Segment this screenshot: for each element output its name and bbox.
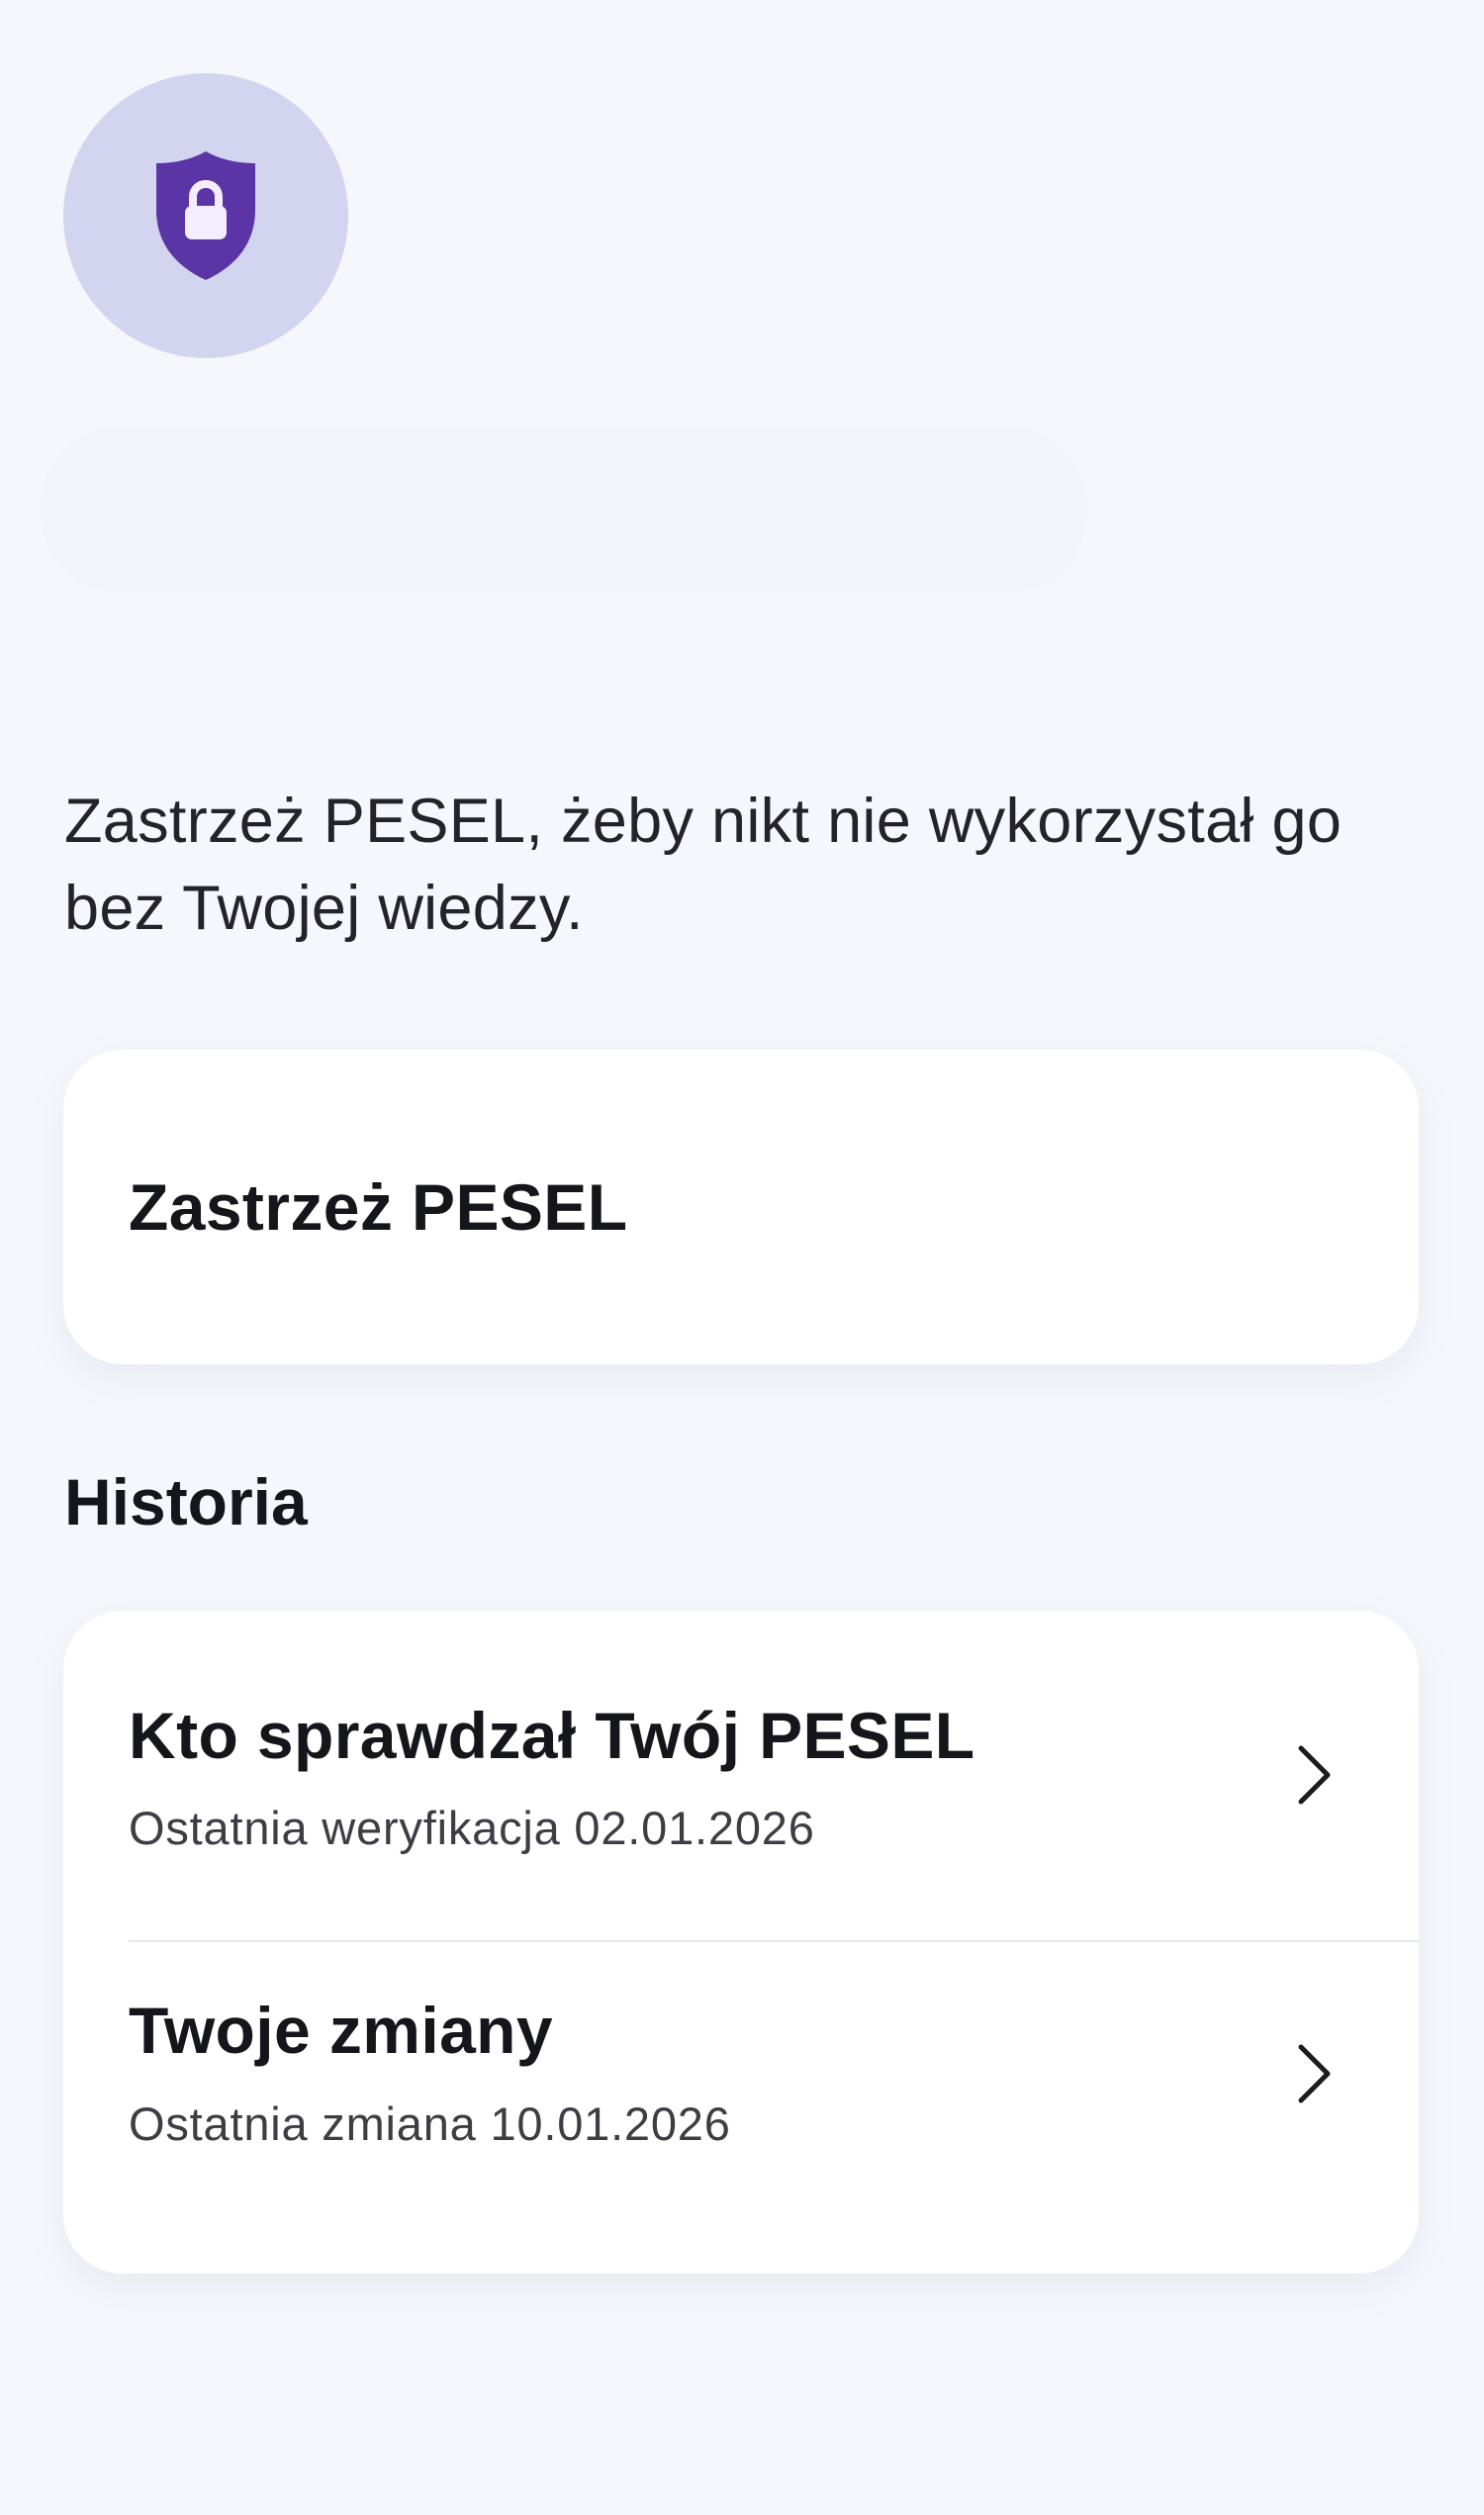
- history-list: Kto sprawdzał Twój PESEL Ostatnia weryfi…: [63, 1611, 1419, 2274]
- history-item-title: Kto sprawdzał Twój PESEL: [129, 1699, 975, 1772]
- security-badge: [63, 73, 348, 358]
- history-item-subtitle: Ostatnia zmiana 10.01.2026: [129, 2097, 731, 2150]
- reserve-pesel-card[interactable]: Zastrzeż PESEL: [63, 1050, 1419, 1364]
- history-section-title: Historia: [64, 1465, 308, 1538]
- pesel-screen: Zastrzeż PESEL, żeby nikt nie wykorzysta…: [0, 0, 1484, 2515]
- chevron-right-icon: [1298, 2044, 1331, 2103]
- history-item-title: Twoje zmiany: [129, 1994, 553, 2067]
- history-item-your-changes[interactable]: Twoje zmiany Ostatnia zmiana 10.01.2026: [63, 1942, 1419, 2274]
- shield-lock-icon: [156, 151, 255, 280]
- intro-text: Zastrzeż PESEL, żeby nikt nie wykorzysta…: [64, 787, 1343, 943]
- blurred-placeholder: [40, 425, 1088, 594]
- history-item-subtitle: Ostatnia weryfikacja 02.01.2026: [129, 1802, 815, 1854]
- reserve-pesel-label: Zastrzeż PESEL: [129, 1170, 628, 1244]
- chevron-right-icon: [1298, 1745, 1331, 1805]
- history-item-who-checked[interactable]: Kto sprawdzał Twój PESEL Ostatnia weryfi…: [63, 1611, 1419, 1942]
